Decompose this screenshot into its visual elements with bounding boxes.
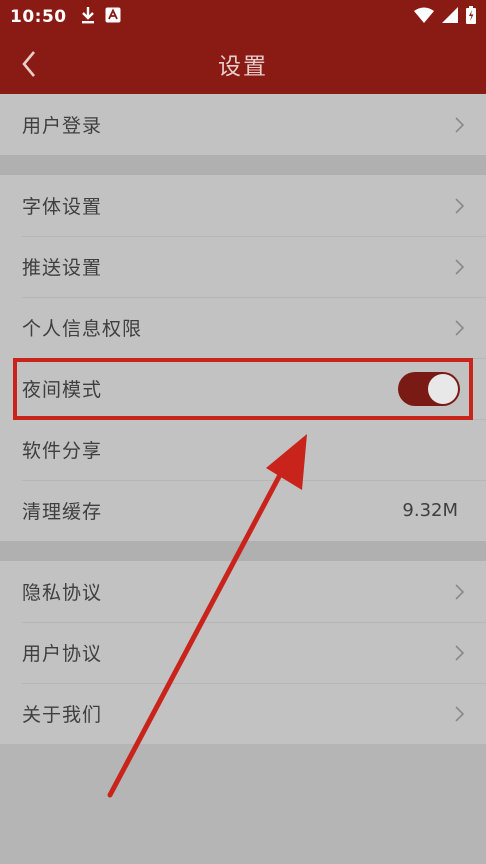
- row-label: 用户登录: [22, 115, 103, 137]
- chevron-right-icon: [450, 197, 464, 215]
- about-group: 隐私协议 用户协议 关于我们: [0, 561, 486, 744]
- battery-icon: [466, 6, 476, 28]
- push-settings-row[interactable]: 推送设置: [0, 236, 486, 297]
- section-divider: [0, 541, 486, 561]
- chevron-right-icon: [450, 319, 464, 337]
- status-left-icons: [81, 6, 121, 28]
- signal-icon: [442, 7, 458, 27]
- row-label: 用户协议: [22, 643, 103, 665]
- settings-list: 用户登录 字体设置 推送设置 个人信息权限 夜间模式 软件分享 清理缓存 9.3…: [0, 94, 486, 864]
- privacy-policy-row[interactable]: 隐私协议: [0, 561, 486, 622]
- user-login-row[interactable]: 用户登录: [0, 94, 486, 155]
- cache-size-value: 9.32M: [402, 500, 458, 521]
- chevron-left-icon: [22, 51, 35, 77]
- status-time: 10:50: [10, 7, 67, 27]
- row-label: 清理缓存: [22, 501, 103, 523]
- clear-cache-row[interactable]: 清理缓存 9.32M: [0, 480, 486, 541]
- chevron-right-icon: [450, 644, 464, 662]
- status-bar: 10:50: [0, 0, 486, 34]
- chevron-right-icon: [450, 258, 464, 276]
- row-label: 关于我们: [22, 704, 103, 726]
- row-label: 软件分享: [22, 440, 103, 462]
- chevron-right-icon: [450, 705, 464, 723]
- row-label: 个人信息权限: [22, 318, 143, 340]
- night-mode-highlight-box: [13, 358, 473, 420]
- page-title: 设置: [218, 54, 268, 80]
- a-notification-icon: [105, 7, 121, 27]
- row-label: 字体设置: [22, 196, 103, 218]
- about-us-row[interactable]: 关于我们: [0, 683, 486, 744]
- download-icon: [81, 6, 95, 28]
- personal-info-permissions-row[interactable]: 个人信息权限: [0, 297, 486, 358]
- chevron-right-icon: [450, 116, 464, 134]
- status-right-icons: [414, 6, 476, 28]
- app-bar: 设置: [0, 34, 486, 94]
- back-button[interactable]: [14, 48, 44, 80]
- share-app-row[interactable]: 软件分享: [0, 419, 486, 480]
- font-settings-row[interactable]: 字体设置: [0, 175, 486, 236]
- row-label: 推送设置: [22, 257, 103, 279]
- section-divider: [0, 155, 486, 175]
- wifi-icon: [414, 7, 434, 27]
- user-agreement-row[interactable]: 用户协议: [0, 622, 486, 683]
- chevron-right-icon: [450, 583, 464, 601]
- account-group: 用户登录: [0, 94, 486, 155]
- row-label: 隐私协议: [22, 582, 103, 604]
